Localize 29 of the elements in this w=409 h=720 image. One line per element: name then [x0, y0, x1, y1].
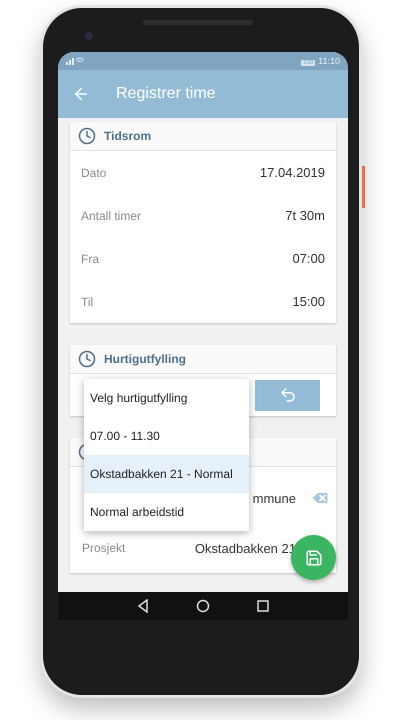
front-camera: [85, 32, 93, 40]
undo-icon: [278, 386, 296, 404]
field-label: Antall timer: [81, 208, 142, 222]
back-nav-icon[interactable]: [136, 599, 150, 613]
home-nav-icon[interactable]: [196, 599, 210, 613]
field-value[interactable]: mmune: [252, 490, 296, 506]
field-value[interactable]: 17.04.2019: [260, 165, 325, 180]
field-value[interactable]: 7t 30m: [285, 208, 325, 223]
field-value[interactable]: 07:00: [292, 251, 325, 266]
recents-nav-icon[interactable]: [256, 599, 270, 613]
clock-time: 11:10: [318, 56, 340, 66]
menu-item[interactable]: Velg hurtigutfylling: [84, 379, 249, 417]
field-label: Dato: [81, 166, 106, 180]
screen-title: Registrer time: [116, 85, 216, 103]
field-value[interactable]: 15:00: [292, 294, 325, 309]
clock-icon: [78, 350, 96, 368]
signal-wifi-icon: [66, 57, 84, 65]
save-icon: [304, 548, 322, 566]
field-label: Fra: [81, 252, 99, 266]
clock-icon: [78, 127, 96, 145]
back-icon[interactable]: [72, 85, 90, 103]
menu-item[interactable]: Okstadbakken 21 - Normal: [84, 455, 249, 493]
menu-item[interactable]: Normal arbeidstid: [84, 493, 249, 531]
card-title: Tidsrom: [104, 129, 152, 143]
menu-item[interactable]: 07.00 - 11.30: [84, 417, 249, 455]
undo-button[interactable]: [255, 380, 320, 410]
field-label: Til: [81, 294, 94, 308]
field-label: Prosjekt: [82, 541, 126, 555]
card-title: Hurtigutfylling: [104, 352, 186, 366]
